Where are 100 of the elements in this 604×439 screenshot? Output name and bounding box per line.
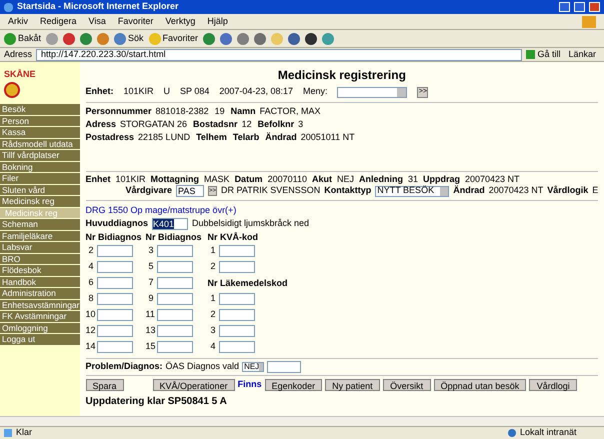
tab-button[interactable]: Vårdlogi — [529, 379, 578, 391]
favorites-button[interactable]: Favoriter — [148, 32, 198, 46]
finns-link[interactable]: Finns — [238, 378, 262, 392]
input-field[interactable] — [156, 244, 192, 257]
horizontal-scrollbar[interactable] — [0, 416, 604, 426]
sidebar-item[interactable]: Flödesbok — [0, 265, 80, 276]
field-value: DR PATRIK SVENSSON — [221, 184, 320, 198]
field-label: Postadress — [86, 130, 134, 144]
tab-button[interactable]: KVÅ/Operationer — [152, 379, 235, 391]
column-header: Nr Bidiagnos — [146, 231, 203, 244]
field-value: STORGATAN 26 — [120, 118, 188, 131]
input-field[interactable] — [96, 260, 132, 273]
sidebar-item[interactable]: Besök — [0, 104, 80, 116]
row-number: 10 — [86, 308, 94, 321]
field-label: Vårdlogik — [547, 184, 588, 198]
sidebar-item[interactable]: Labsvar — [0, 242, 80, 254]
sidebar-item[interactable]: Familjeläkare — [0, 230, 80, 242]
zone-text: Lokalt intranät — [520, 426, 578, 439]
field-value: E — [592, 184, 598, 198]
window-title: Startsida - Microsoft Internet Explorer — [17, 0, 179, 14]
tab-button[interactable]: Översikt — [382, 379, 431, 391]
problem-select[interactable]: NEJ — [242, 362, 264, 372]
input-field[interactable] — [218, 324, 254, 337]
contact-select[interactable]: NYTT BESÖK — [375, 186, 450, 196]
row-number: 1 — [209, 244, 216, 257]
links-button[interactable]: Länkar — [564, 48, 600, 62]
sidebar-item[interactable]: Kassa — [0, 127, 80, 138]
field-value: FACTOR, MAX — [260, 104, 320, 118]
row-number: 12 — [86, 324, 94, 337]
input-field[interactable] — [218, 244, 254, 257]
input-field[interactable] — [218, 260, 254, 273]
input-field[interactable] — [96, 244, 132, 257]
row-number: 2 — [209, 260, 216, 273]
input-field[interactable] — [96, 292, 132, 305]
maximize-button[interactable] — [574, 2, 585, 12]
sidebar-item[interactable]: Tillf vårdplatser — [0, 150, 80, 162]
input-field[interactable] — [156, 260, 192, 273]
sidebar-item[interactable]: Filer — [0, 173, 80, 184]
row-number: 5 — [147, 260, 154, 273]
input-field[interactable] — [156, 292, 192, 305]
input-field[interactable] — [96, 276, 132, 289]
tab-button[interactable]: Spara — [86, 379, 124, 391]
sidebar-item[interactable]: Omloggning — [0, 322, 80, 334]
input-field[interactable] — [267, 361, 302, 373]
sidebar-item[interactable]: Scheman — [0, 219, 80, 230]
back-button[interactable]: Bakåt — [4, 32, 42, 46]
sidebar-item[interactable]: Person — [0, 116, 80, 127]
row-number: 13 — [146, 324, 154, 337]
sidebar-item[interactable]: Medicinsk reg — [0, 196, 80, 208]
tab-button[interactable]: Ny patient — [325, 379, 380, 391]
address-field[interactable]: http://147.220.223.30/start.html — [36, 48, 522, 60]
field-label: Bostadsnr — [193, 118, 238, 131]
input-field[interactable] — [218, 292, 254, 305]
input-field[interactable] — [96, 308, 132, 321]
input-field[interactable]: K401 — [152, 218, 188, 230]
menu-item[interactable]: Arkiv — [8, 14, 28, 28]
sidebar-item[interactable]: Bokning — [0, 162, 80, 173]
input-field[interactable] — [96, 324, 132, 337]
close-button[interactable] — [589, 2, 600, 12]
address-label: Adress — [4, 48, 32, 61]
menu-item[interactable]: Hjälp — [207, 14, 228, 28]
column-header: Nr Läkemedelskod — [208, 276, 288, 289]
input-field[interactable] — [156, 340, 192, 353]
sidebar-item[interactable]: FK Avstämningar — [0, 311, 80, 322]
search-button[interactable]: Sök — [114, 32, 144, 46]
input-field[interactable] — [218, 308, 254, 321]
field-label: Enhet: — [86, 85, 114, 98]
problem-text: ÖAS Diagnos vald — [166, 360, 240, 374]
menu-item[interactable]: Redigera — [40, 14, 77, 28]
input-field[interactable]: PAS — [176, 185, 204, 197]
field-label: Telarb — [232, 130, 260, 144]
go-button[interactable]: Gå till — [526, 48, 560, 62]
minimize-button[interactable] — [559, 2, 570, 12]
menu-item[interactable]: Verktyg — [165, 14, 196, 28]
input-field[interactable] — [156, 308, 192, 321]
sidebar-item[interactable]: Sluten vård — [0, 184, 80, 196]
menu-item[interactable]: Visa — [88, 14, 106, 28]
menu-select[interactable] — [337, 86, 408, 98]
diagnosis-text: Dubbelsidigt ljumskbråck ned — [192, 217, 310, 230]
row-number: 3 — [209, 324, 216, 337]
row-number: 2 — [209, 308, 216, 321]
field-label: Adress — [86, 118, 116, 131]
input-field[interactable] — [218, 340, 254, 353]
sidebar-item[interactable]: Enhetsavstämningar — [0, 300, 80, 311]
input-field[interactable] — [96, 340, 132, 353]
input-field[interactable] — [156, 324, 192, 337]
sidebar-item[interactable]: Logga ut — [0, 334, 80, 346]
sidebar-item[interactable]: Rådsmodell utdata — [0, 138, 80, 150]
sidebar-item[interactable]: Administration — [0, 288, 80, 300]
dropdown-icon — [397, 88, 406, 96]
sidebar-item[interactable]: Handbok — [0, 276, 80, 288]
dropdown-icon — [259, 363, 264, 371]
sidebar-item[interactable]: BRO — [0, 254, 80, 265]
menu-item[interactable]: Favoriter — [118, 14, 154, 28]
dropdown-icon — [440, 186, 448, 196]
drg-link[interactable]: DRG 1550 Op mage/matstrupe övr(+) — [86, 204, 598, 215]
tab-button[interactable]: Egenkoder — [264, 379, 322, 391]
tab-button[interactable]: Öppnad utan besök — [434, 379, 526, 391]
input-field[interactable] — [156, 276, 192, 289]
status-message: Uppdatering klar SP50841 5 A — [86, 395, 228, 409]
